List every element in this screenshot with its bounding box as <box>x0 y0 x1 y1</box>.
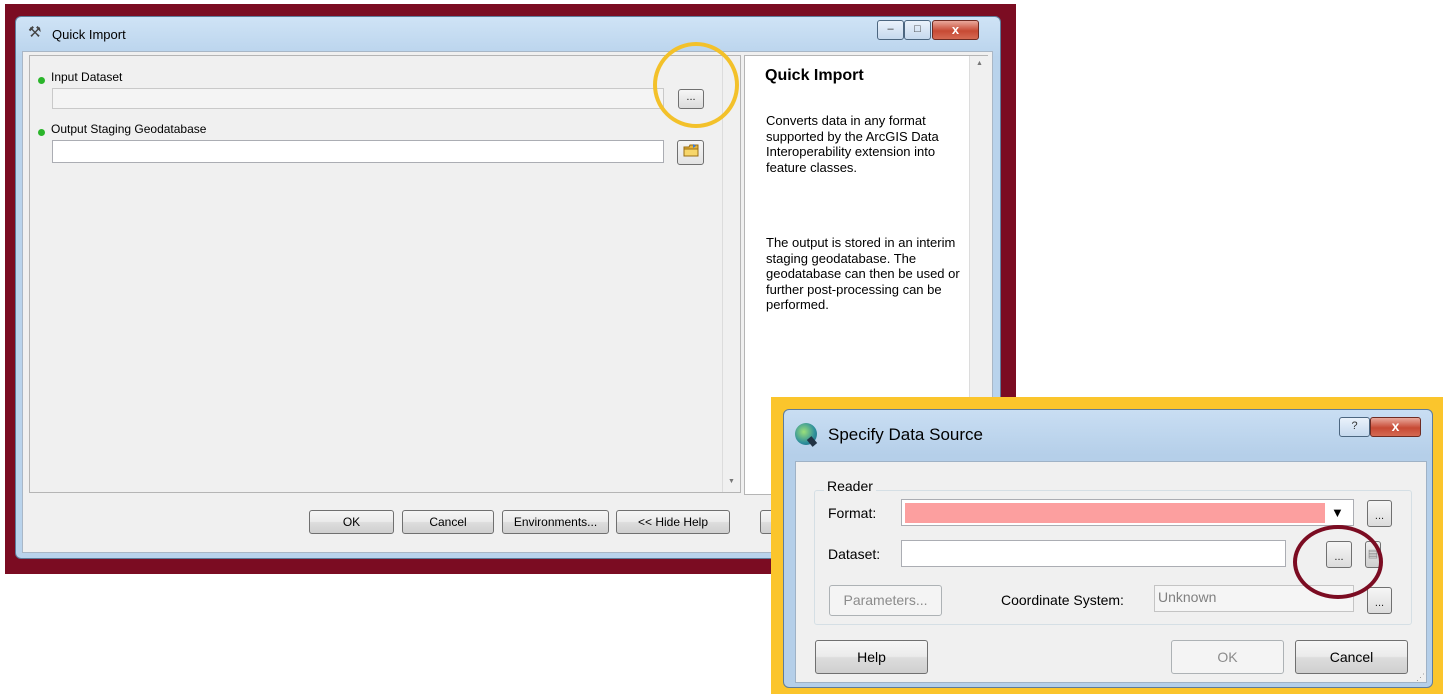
dataset-field[interactable] <box>901 540 1286 567</box>
dialog-title: Specify Data Source <box>828 425 983 444</box>
input-dataset-label: Input Dataset <box>51 70 123 84</box>
help-button[interactable]: Help <box>815 640 928 674</box>
help-paragraph: The output is stored in an interim stagi… <box>766 235 960 312</box>
scroll-down-icon: ▼ <box>728 478 735 485</box>
cancel-button[interactable]: Cancel <box>1295 640 1408 674</box>
required-dot-icon <box>38 129 45 136</box>
input-dataset-field[interactable] <box>52 88 664 109</box>
dropdown-arrow-icon[interactable]: ▼ <box>1331 505 1344 520</box>
scroll-up-icon: ▲ <box>976 60 983 67</box>
parameters-pane <box>29 55 741 493</box>
output-geodatabase-field[interactable] <box>52 140 664 163</box>
resize-grip-icon[interactable]: ⋰ <box>1416 672 1425 683</box>
output-geodatabase-label: Output Staging Geodatabase <box>51 122 207 136</box>
highlight-circle <box>1293 525 1383 599</box>
required-dot-icon <box>38 77 45 84</box>
coordinate-system-label: Coordinate System: <box>1001 592 1124 608</box>
help-title: Quick Import <box>765 67 864 84</box>
maximize-button[interactable]: □ <box>904 20 931 40</box>
help-scrollbar[interactable]: ▲ <box>969 56 988 436</box>
parameters-scrollbar[interactable]: ▼ <box>722 56 740 492</box>
ok-button[interactable]: OK <box>1171 640 1284 674</box>
hide-help-button[interactable]: << Hide Help <box>616 510 730 534</box>
close-button[interactable]: x <box>932 20 979 40</box>
environments-button[interactable]: Environments... <box>502 510 609 534</box>
context-help-button[interactable]: ? <box>1339 417 1370 437</box>
close-button[interactable]: x <box>1370 417 1421 437</box>
hammer-icon: ⚒ <box>28 24 42 41</box>
format-label: Format: <box>828 505 877 521</box>
dataset-label: Dataset: <box>828 546 881 562</box>
reader-legend: Reader <box>824 478 876 494</box>
cancel-button[interactable]: Cancel <box>402 510 494 534</box>
format-value <box>905 503 1325 523</box>
minimize-button[interactable]: – <box>877 20 904 40</box>
parameters-button[interactable]: Parameters... <box>829 585 942 616</box>
highlight-circle <box>653 42 739 128</box>
folder-icon <box>683 144 699 157</box>
help-paragraph: Converts data in any format supported by… <box>766 113 939 175</box>
window-title: Quick Import <box>52 27 126 42</box>
ok-button[interactable]: OK <box>309 510 394 534</box>
format-browse-button[interactable]: ... <box>1367 500 1392 527</box>
coordinate-system-browse-button[interactable]: ... <box>1367 587 1392 614</box>
